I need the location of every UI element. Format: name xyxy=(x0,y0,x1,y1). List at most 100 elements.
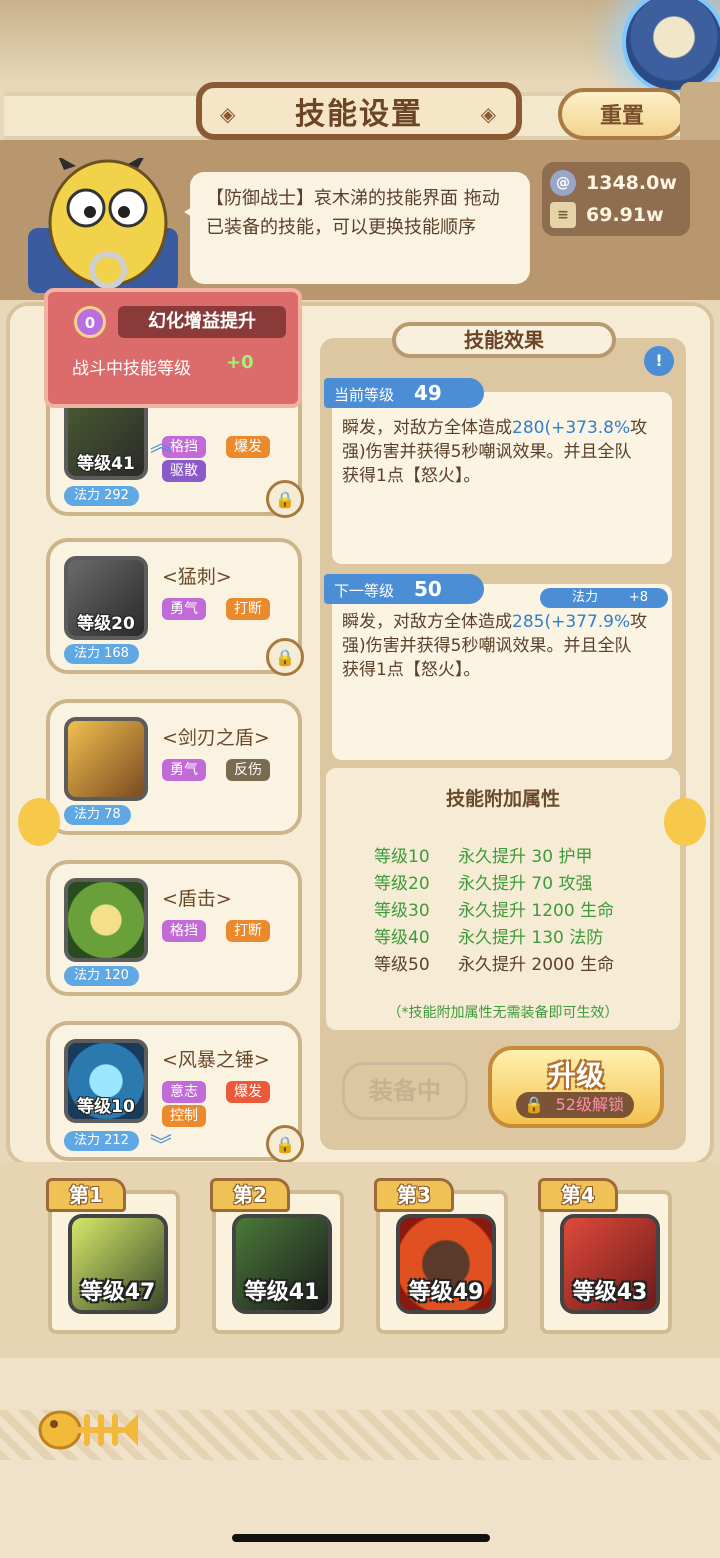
page-title: 技能设置 xyxy=(295,97,423,132)
next-level-description: 瞬发，对敌方全体造成285(+377.9%攻 强)伤害并获得5秒嘲讽效果。并且全… xyxy=(342,610,660,682)
skill-mana: 法力 168 xyxy=(64,644,139,664)
unlock-label: 52级解锁 xyxy=(555,1095,624,1114)
attribute-row: 等级30 永久提升 1200 生命 xyxy=(374,898,614,924)
lock-icon: 🔒 xyxy=(524,1095,544,1114)
desc-value: (+373.8% xyxy=(544,418,631,438)
skill-slot-3[interactable]: 第3 等级49 xyxy=(374,1178,508,1334)
skill-slot-4[interactable]: 第4 等级43 xyxy=(538,1178,672,1334)
desc-text: 获得1点【怒火】。 xyxy=(342,660,481,680)
desc-text: 强)伤害并获得5秒嘲讽效果。并且全队 xyxy=(342,442,632,462)
lock-icon[interactable]: 🔒 xyxy=(266,1125,304,1163)
slot-level: 等级49 xyxy=(408,1280,484,1305)
skill-card-5[interactable]: 等级10 <风暴之锤> 意志 爆发 控制 法力 212 🔒 xyxy=(46,1021,304,1163)
lock-icon[interactable]: 🔒 xyxy=(266,480,304,518)
next-arrow-button[interactable] xyxy=(664,798,706,846)
attribute-level: 等级20 xyxy=(374,874,430,894)
page-title-banner: ◈ 技能设置 ◈ xyxy=(196,82,522,140)
slot-label: 第2 xyxy=(210,1178,290,1212)
resource-value: 69.91w xyxy=(586,204,664,226)
skill-icon xyxy=(64,878,148,962)
skill-effect-title: 技能效果 xyxy=(392,322,616,358)
mana-increase-badge: 法力 +8 xyxy=(540,588,668,608)
current-level-description: 瞬发，对敌方全体造成280(+373.8%攻 强)伤害并获得5秒嘲讽效果。并且全… xyxy=(342,416,660,488)
attribute-level: 等级50 xyxy=(374,955,430,975)
attribute-text: 永久提升 2000 生命 xyxy=(458,955,615,975)
attribute-row: 等级10 永久提升 30 护甲 xyxy=(374,844,592,870)
desc-text: 获得1点【怒火】。 xyxy=(342,466,481,486)
attribute-note: （*技能附加属性无需装备即可生效） xyxy=(387,1005,619,1021)
unlock-badge: 🔒 52级解锁 xyxy=(516,1092,634,1118)
skill-mana: 法力 292 xyxy=(64,486,139,506)
skill-tag: 意志 xyxy=(162,1081,206,1103)
skill-card-2[interactable]: 等级20 <猛刺> 勇气 打断 法力 168 🔒 xyxy=(46,538,304,676)
resource-row-scroll: ≡ 69.91w xyxy=(550,202,664,228)
skill-tag: 打断 xyxy=(226,598,270,620)
desc-value: 285 xyxy=(512,612,545,632)
slot-skill-icon: 等级43 xyxy=(560,1214,660,1314)
skill-level: 等级20 xyxy=(77,614,135,634)
slot-label: 第4 xyxy=(538,1178,618,1212)
slot-level: 等级41 xyxy=(244,1280,320,1305)
upgrade-label: 升级 xyxy=(547,1059,604,1092)
info-icon[interactable]: ! xyxy=(644,346,674,376)
resource-panel: @ 1348.0w ≡ 69.91w xyxy=(542,162,690,236)
skill-slot-1[interactable]: 第1 等级47 xyxy=(46,1178,180,1334)
attribute-text: 永久提升 30 护甲 xyxy=(458,847,593,867)
skill-slot-2[interactable]: 第2 等级41 xyxy=(210,1178,344,1334)
right-ornament-icon: ◈ xyxy=(480,102,498,126)
buff-subtitle: 战斗中技能等级 xyxy=(72,359,191,379)
skill-mana: 法力 120 xyxy=(64,966,139,986)
attribute-text: 永久提升 70 攻强 xyxy=(458,874,593,894)
resource-row-coin: @ 1348.0w xyxy=(550,170,677,196)
skill-icon: 等级41 xyxy=(64,396,148,480)
buff-value: +0 xyxy=(226,352,254,373)
desc-value: (+377.9% xyxy=(544,612,631,632)
home-indicator[interactable] xyxy=(232,1534,490,1542)
skill-tag: 控制 xyxy=(162,1105,206,1127)
desc-text: 攻 xyxy=(630,612,648,632)
skill-name: <风暴之锤> xyxy=(162,1049,270,1071)
buff-badge: 0 xyxy=(74,306,106,338)
attribute-row: 等级40 永久提升 130 法防 xyxy=(374,925,603,951)
left-ornament-icon: ◈ xyxy=(220,102,238,126)
mana-label: 法力 xyxy=(572,590,599,605)
slot-level: 等级47 xyxy=(80,1280,156,1305)
prev-arrow-button[interactable] xyxy=(18,798,60,846)
attribute-level: 等级30 xyxy=(374,901,430,921)
lock-icon[interactable]: 🔒 xyxy=(266,638,304,676)
attribute-title: 技能附加属性 xyxy=(445,788,560,810)
attribute-row: 等级50 永久提升 2000 生命 xyxy=(374,952,614,978)
buff-banner: 0 幻化增益提升 战斗中技能等级 +0 xyxy=(44,288,302,408)
skill-card-4[interactable]: <盾击> 格挡 打断 法力 120 xyxy=(46,860,302,996)
upgrade-button[interactable]: 升级 🔒 52级解锁 xyxy=(488,1046,664,1128)
mana-plus-value: +8 xyxy=(628,590,648,605)
desc-text: 强)伤害并获得5秒嘲讽效果。并且全队 xyxy=(342,636,632,656)
fish-bone-icon[interactable] xyxy=(38,1400,138,1454)
current-level-value: 49 xyxy=(414,381,442,405)
skill-card-3[interactable]: <剑刃之盾> 勇气 反伤 法力 78 xyxy=(46,699,302,835)
skill-mana: 法力 212 xyxy=(64,1131,139,1151)
equipped-button[interactable]: 装备中 xyxy=(342,1062,468,1120)
buff-title: 幻化增益提升 xyxy=(118,306,286,338)
speech-bubble: 【防御战士】哀木涕的技能界面 拖动已装备的技能，可以更换技能顺序 xyxy=(184,172,530,284)
skill-mana: 法力 78 xyxy=(64,805,131,825)
desc-value: 280 xyxy=(512,418,545,438)
desc-text: 攻 xyxy=(630,418,648,438)
skill-tag: 驱散 xyxy=(162,460,206,482)
next-level-value: 50 xyxy=(414,577,442,601)
skill-tag: 勇气 xyxy=(162,759,206,781)
reset-button[interactable]: 重置 xyxy=(558,88,686,140)
attribute-text: 永久提升 1200 生命 xyxy=(458,901,615,921)
skill-name: <猛刺> xyxy=(162,566,232,588)
scroll-down-icon[interactable]: ︾ xyxy=(150,1128,172,1160)
slot-label: 第1 xyxy=(46,1178,126,1212)
slot-label: 第3 xyxy=(374,1178,454,1212)
skill-level: 等级10 xyxy=(77,1097,135,1117)
skill-icon: 等级10 xyxy=(64,1039,148,1123)
desc-text: 瞬发，对敌方全体造成 xyxy=(342,418,512,438)
attribute-text: 永久提升 130 法防 xyxy=(458,928,604,948)
skill-icon xyxy=(64,717,148,801)
skill-tag: 勇气 xyxy=(162,598,206,620)
spiral-coin-icon: @ xyxy=(550,170,576,196)
scroll-up-icon[interactable]: ︽ xyxy=(150,426,172,458)
